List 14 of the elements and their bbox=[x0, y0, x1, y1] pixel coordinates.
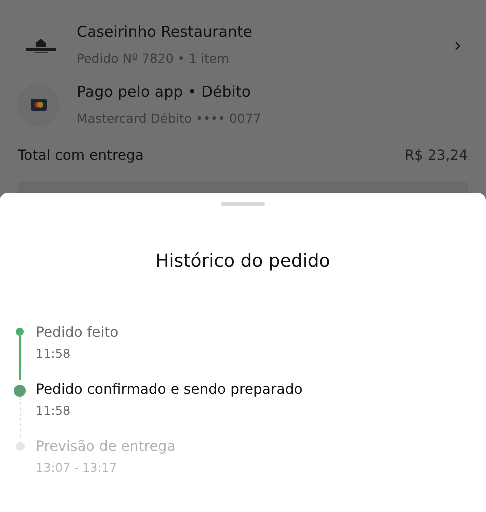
step-label: Pedido feito bbox=[36, 324, 119, 343]
step-time: 11:58 bbox=[36, 403, 72, 420]
card-icon bbox=[31, 99, 47, 111]
payment-title: Pago pelo app • Débito bbox=[77, 82, 252, 104]
restaurant-name: Caseirinho Restaurante bbox=[77, 22, 253, 44]
total-label: Total com entrega bbox=[18, 147, 144, 166]
drag-handle[interactable] bbox=[221, 202, 265, 206]
chevron-icon[interactable]: › bbox=[454, 30, 462, 60]
sheet-title: Histórico do pedido bbox=[156, 250, 330, 274]
step-label: Pedido confirmado e sendo preparado bbox=[36, 381, 303, 400]
step-label: Previsão de entrega bbox=[36, 438, 176, 457]
total-value: R$ 23,24 bbox=[404, 147, 468, 166]
step-time: 11:58 bbox=[36, 346, 72, 363]
step-time: 13:07 - 13:17 bbox=[36, 460, 118, 477]
